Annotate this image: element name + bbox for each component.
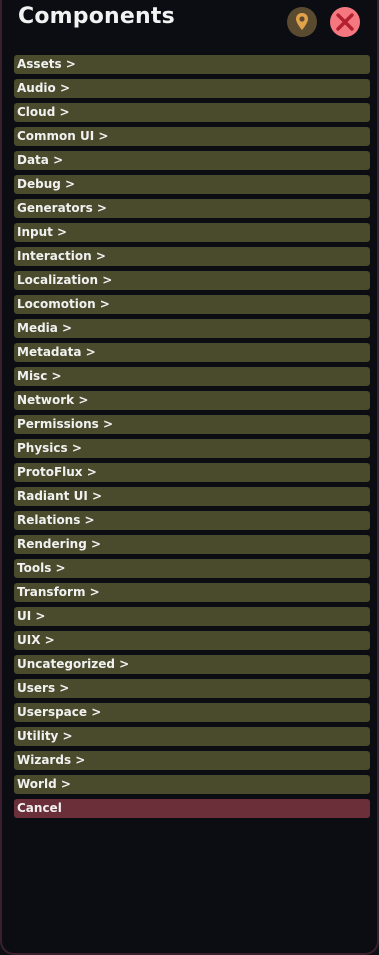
- pin-button[interactable]: [287, 7, 317, 37]
- category-item-transform[interactable]: Transform >: [14, 583, 370, 602]
- category-item-world[interactable]: World >: [14, 775, 370, 794]
- category-item-uix[interactable]: UIX >: [14, 631, 370, 650]
- category-item-users[interactable]: Users >: [14, 679, 370, 698]
- category-item-localization[interactable]: Localization >: [14, 271, 370, 290]
- category-item-utility[interactable]: Utility >: [14, 727, 370, 746]
- category-item-audio[interactable]: Audio >: [14, 79, 370, 98]
- category-item-data[interactable]: Data >: [14, 151, 370, 170]
- category-item-debug[interactable]: Debug >: [14, 175, 370, 194]
- category-item-generators[interactable]: Generators >: [14, 199, 370, 218]
- category-item-userspace[interactable]: Userspace >: [14, 703, 370, 722]
- category-item-media[interactable]: Media >: [14, 319, 370, 338]
- panel-header: Components: [2, 0, 379, 40]
- category-item-radiant-ui[interactable]: Radiant UI >: [14, 487, 370, 506]
- category-item-rendering[interactable]: Rendering >: [14, 535, 370, 554]
- category-list: Assets > Audio > Cloud > Common UI > Data > D…: [14, 55, 370, 823]
- category-item-interaction[interactable]: Interaction >: [14, 247, 370, 266]
- category-item-wizards[interactable]: Wizards >: [14, 751, 370, 770]
- category-item-common-ui[interactable]: Common UI >: [14, 127, 370, 146]
- category-item-protoflux[interactable]: ProtoFlux >: [14, 463, 370, 482]
- category-item-network[interactable]: Network >: [14, 391, 370, 410]
- category-item-assets[interactable]: Assets >: [14, 55, 370, 74]
- panel-title: Components: [18, 4, 175, 29]
- close-icon: [336, 13, 354, 31]
- components-panel: Components Assets > Audio > Cloud > Common …: [0, 0, 379, 955]
- category-item-relations[interactable]: Relations >: [14, 511, 370, 530]
- category-item-ui[interactable]: UI >: [14, 607, 370, 626]
- category-item-uncategorized[interactable]: Uncategorized >: [14, 655, 370, 674]
- category-item-cloud[interactable]: Cloud >: [14, 103, 370, 122]
- category-item-metadata[interactable]: Metadata >: [14, 343, 370, 362]
- category-item-input[interactable]: Input >: [14, 223, 370, 242]
- category-item-physics[interactable]: Physics >: [14, 439, 370, 458]
- category-item-tools[interactable]: Tools >: [14, 559, 370, 578]
- category-item-misc[interactable]: Misc >: [14, 367, 370, 386]
- pin-icon: [296, 13, 308, 30]
- category-item-locomotion[interactable]: Locomotion >: [14, 295, 370, 314]
- cancel-button[interactable]: Cancel: [14, 799, 370, 818]
- close-button[interactable]: [330, 7, 360, 37]
- category-item-permissions[interactable]: Permissions >: [14, 415, 370, 434]
